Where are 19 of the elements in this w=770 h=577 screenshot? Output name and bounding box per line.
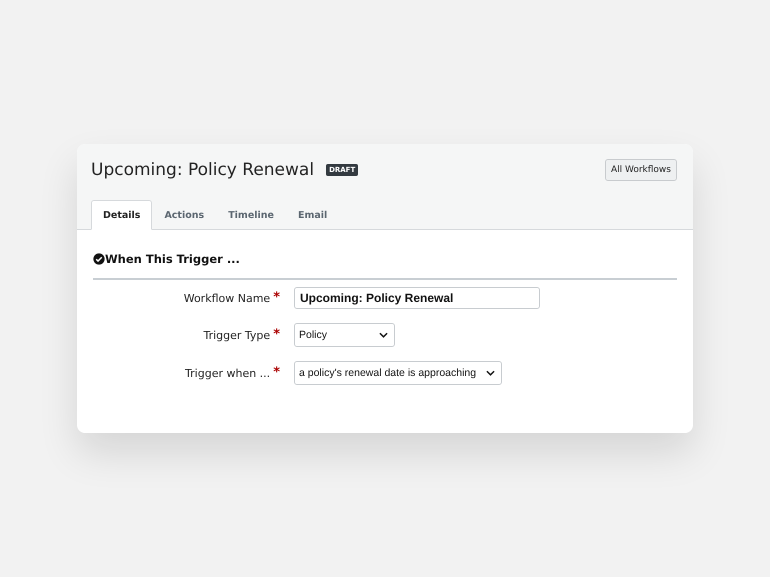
tab[interactable]: Email [286,200,340,230]
field-label: Trigger when ... [185,366,270,380]
check-circle-icon [93,253,105,265]
required-mark: * [273,292,280,302]
workflow-title: Upcoming: Policy Renewal [91,160,314,180]
caret-icon [379,332,388,338]
required-mark: * [273,366,280,378]
field-label: Trigger Type [203,328,270,342]
dropdown[interactable]: a policy's renewal date is approaching [294,361,502,385]
field-label: Workflow Name [184,292,270,304]
all-workflows-button[interactable]: All Workflows [604,159,677,181]
tab[interactable]: Actions [152,200,216,230]
tab[interactable]: Details [91,200,152,230]
tab[interactable]: Timeline [216,200,286,230]
dropdown[interactable]: Policy [294,323,395,347]
caret-icon [486,370,496,376]
section-heading: When This Trigger ... [105,252,240,266]
input-field[interactable]: Upcoming: Policy Renewal [294,287,540,309]
required-mark: * [273,328,280,340]
